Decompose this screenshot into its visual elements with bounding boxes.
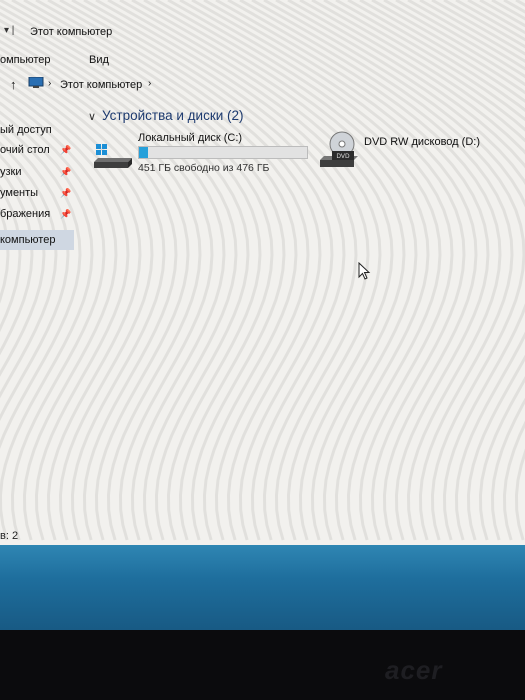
taskbar [0, 545, 525, 630]
pin-icon[interactable]: 📌 [60, 162, 71, 182]
screen: ▾ | Этот компьютер омпьютер Вид ↑ › Этот… [0, 0, 525, 630]
mouse-cursor-icon [358, 262, 371, 280]
computer-icon [28, 77, 44, 88]
window-title: Этот компьютер [30, 26, 113, 38]
pin-icon[interactable]: 📌 [60, 140, 71, 160]
nav-item-label: бражения [0, 208, 51, 220]
up-arrow-icon[interactable]: ↑ [10, 77, 17, 92]
group-title: Устройства и диски (2) [102, 108, 244, 123]
breadcrumb-this-pc[interactable]: Этот компьютер [60, 79, 142, 91]
nav-item-documents[interactable]: ументы 📌 [0, 183, 74, 203]
chevron-right-icon[interactable]: › [48, 78, 51, 89]
nav-item-label: компьютер [0, 234, 56, 246]
nav-item-this-pc[interactable]: компьютер [0, 230, 74, 250]
tab-computer[interactable]: омпьютер [0, 54, 51, 66]
navigation-pane: ый доступ очий стол 📌 узки 📌 ументы 📌 бр… [0, 110, 80, 550]
drive-c-free-space: 451 ГБ свободно из 476 ГБ [138, 162, 270, 174]
dvd-drive-icon: DVD [320, 131, 358, 167]
pin-icon[interactable]: 📌 [60, 204, 71, 224]
pin-icon[interactable]: 📌 [60, 183, 71, 203]
drive-d-tile[interactable]: DVD DVD RW дисковод (D:) [318, 130, 518, 170]
hard-drive-icon [94, 144, 132, 168]
title-bar: ▾ | Этот компьютер [0, 22, 525, 44]
drive-c-usage-bar [138, 146, 308, 159]
nav-item-label: ументы [0, 187, 39, 199]
nav-item-label: ый доступ [0, 124, 52, 136]
brand-logo: acer [385, 655, 443, 685]
address-bar: ↑ › Этот компьютер › [0, 74, 525, 96]
drive-d-name: DVD RW дисковод (D:) [364, 136, 480, 148]
quick-access-toolbar[interactable]: ▾ | [4, 25, 14, 36]
nav-item-label: очий стол [0, 144, 50, 156]
nav-item-quick-access[interactable]: ый доступ [0, 120, 74, 140]
status-bar-item-count: в: 2 [0, 530, 19, 542]
drive-c-usage-fill [139, 147, 148, 158]
chevron-down-icon[interactable]: ∨ [88, 110, 98, 123]
ribbon-tabs: омпьютер Вид [0, 50, 525, 70]
group-header-devices[interactable]: ∨ Устройства и диски (2) [88, 108, 244, 123]
laptop-bezel [0, 630, 525, 700]
tab-view[interactable]: Вид [89, 54, 109, 66]
nav-item-pictures[interactable]: бражения 📌 [0, 204, 74, 224]
dvd-icon-label: DVD [336, 153, 350, 160]
nav-item-label: узки [0, 166, 22, 178]
nav-item-desktop[interactable]: очий стол 📌 [0, 140, 74, 160]
drive-c-name: Локальный диск (C:) [138, 132, 243, 144]
nav-item-downloads[interactable]: узки 📌 [0, 162, 74, 182]
chevron-right-icon[interactable]: › [148, 78, 151, 89]
drive-c-tile[interactable]: Локальный диск (C:) 451 ГБ свободно из 4… [92, 130, 322, 180]
